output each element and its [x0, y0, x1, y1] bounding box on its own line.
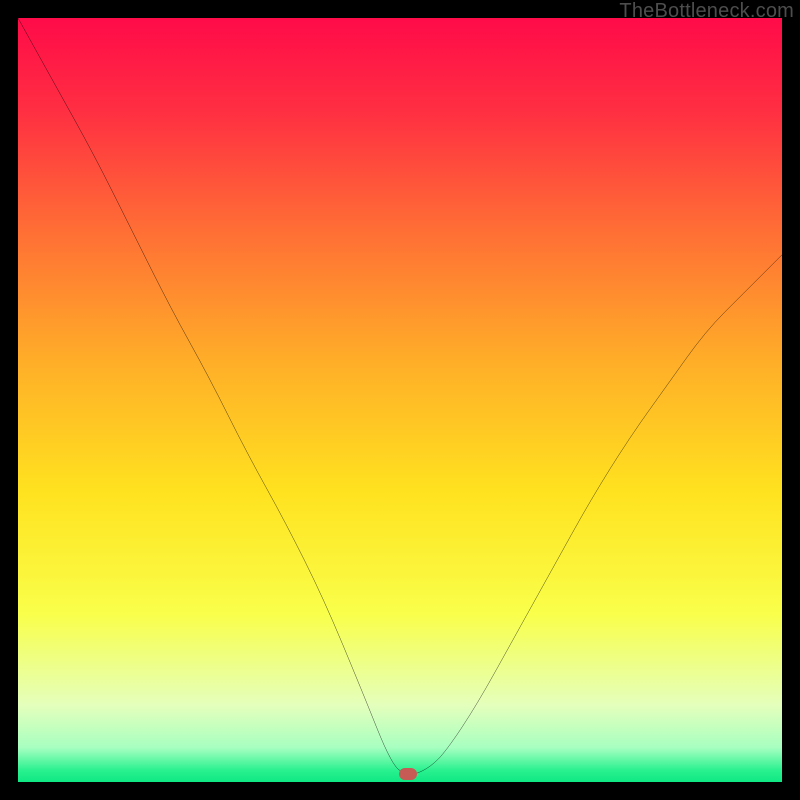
- bottleneck-curve: [18, 18, 782, 782]
- optimal-point-marker: [399, 768, 417, 780]
- plot-area: [18, 18, 782, 782]
- curve-path: [18, 18, 782, 774]
- chart-stage: TheBottleneck.com: [0, 0, 800, 800]
- watermark-text: TheBottleneck.com: [619, 0, 794, 23]
